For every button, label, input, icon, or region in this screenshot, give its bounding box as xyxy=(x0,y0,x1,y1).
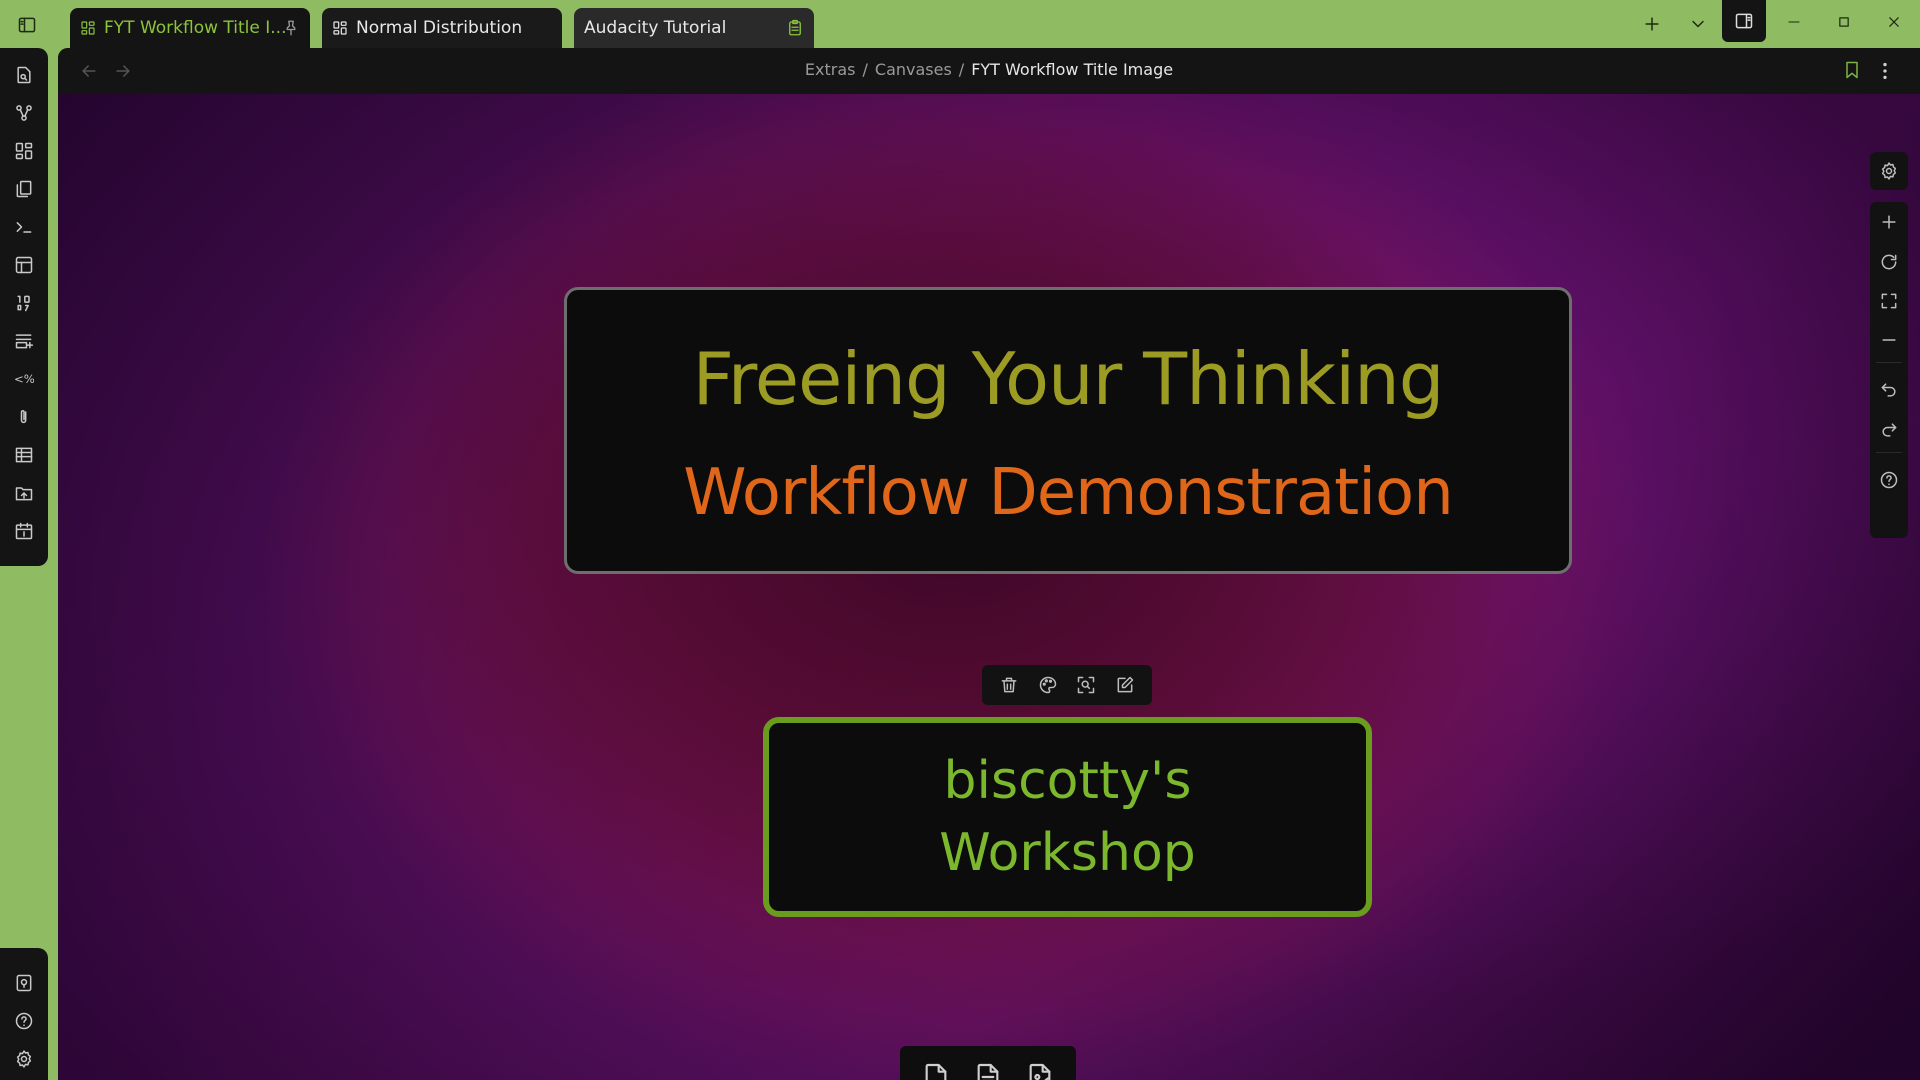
node-toolbar xyxy=(982,665,1152,705)
title-line-2: Workflow Demonstration xyxy=(683,455,1453,530)
breadcrumb-current[interactable]: FYT Workflow Title Image xyxy=(971,60,1173,79)
search-file-icon[interactable] xyxy=(13,64,35,86)
right-sidebar-toggle-icon[interactable] xyxy=(1722,0,1766,42)
zoom-out-icon[interactable] xyxy=(1879,330,1899,350)
settings-icon[interactable] xyxy=(13,1048,35,1070)
workshop-text: biscotty's Workshop xyxy=(939,751,1196,883)
table-icon[interactable] xyxy=(13,444,35,466)
close-icon[interactable] xyxy=(1880,10,1908,34)
tab-label: FYT Workflow Title I... xyxy=(104,18,287,38)
minimize-icon[interactable] xyxy=(1780,10,1808,34)
breadcrumb-separator: / xyxy=(958,60,965,79)
files-icon[interactable] xyxy=(13,178,35,200)
canvas-card-menu xyxy=(900,1046,1076,1080)
canvas-icon xyxy=(333,21,347,35)
canvas-settings-panel xyxy=(1870,152,1908,190)
divider xyxy=(1876,362,1902,363)
tab-audacity-tutorial[interactable]: Audacity Tutorial xyxy=(574,8,814,48)
add-card-icon[interactable] xyxy=(919,1060,953,1080)
zoom-to-node-icon[interactable] xyxy=(1075,674,1097,696)
dashboard-icon[interactable] xyxy=(13,140,35,162)
tab-fyt-workflow-title[interactable]: FYT Workflow Title I... xyxy=(70,8,310,48)
add-note-icon[interactable] xyxy=(971,1060,1005,1080)
breadcrumb-item-canvases[interactable]: Canvases xyxy=(875,60,952,79)
help-icon[interactable] xyxy=(1879,470,1899,490)
view-header: Extras / Canvases / FYT Workflow Title Image xyxy=(58,48,1920,94)
more-options-icon[interactable] xyxy=(1874,60,1896,82)
new-tab-icon[interactable] xyxy=(1640,12,1664,36)
calendar-icon[interactable] xyxy=(13,520,35,542)
tab-normal-distribution[interactable]: Normal Distribution xyxy=(322,8,562,48)
chevron-down-icon[interactable] xyxy=(1686,12,1710,36)
zoom-to-fit-icon[interactable] xyxy=(1879,291,1899,311)
trash-icon[interactable] xyxy=(998,674,1020,696)
tab-label: Normal Distribution xyxy=(356,18,523,38)
redo-icon[interactable] xyxy=(1879,420,1899,440)
help-icon[interactable] xyxy=(13,1010,35,1032)
tab-label: Audacity Tutorial xyxy=(584,18,727,38)
undo-icon[interactable] xyxy=(1879,380,1899,400)
upload-folder-icon[interactable] xyxy=(13,482,35,504)
palette-icon[interactable] xyxy=(1037,674,1059,696)
maximize-icon[interactable] xyxy=(1830,10,1858,34)
left-ribbon-bottom xyxy=(0,948,48,1080)
title-bar: FYT Workflow Title I... Normal Distribut… xyxy=(0,0,1920,48)
layout-icon[interactable] xyxy=(13,254,35,276)
title-card[interactable]: Freeing Your Thinking Workflow Demonstra… xyxy=(564,287,1572,574)
graph-icon[interactable] xyxy=(13,102,35,124)
svg-text:<%: <% xyxy=(14,372,34,386)
paperclip-icon[interactable] xyxy=(13,406,35,428)
terminal-icon[interactable] xyxy=(13,216,35,238)
canvas-area[interactable]: Freeing Your Thinking Workflow Demonstra… xyxy=(58,94,1920,1080)
divider xyxy=(1876,452,1902,453)
settings-icon[interactable] xyxy=(1879,161,1899,181)
zoom-in-icon[interactable] xyxy=(1879,212,1899,232)
templater-icon[interactable]: <% xyxy=(13,368,35,390)
left-sidebar-toggle-icon[interactable] xyxy=(10,8,44,42)
clipboard-icon xyxy=(789,19,801,36)
canvas-zoom-controls xyxy=(1870,202,1908,538)
vault-icon[interactable] xyxy=(13,972,35,994)
edit-icon[interactable] xyxy=(1114,674,1136,696)
left-ribbon: <% xyxy=(0,48,48,566)
bookmark-icon[interactable] xyxy=(1842,60,1864,82)
breadcrumb-separator: / xyxy=(862,60,868,79)
breadcrumb-item-extras[interactable]: Extras xyxy=(805,60,856,79)
workshop-card[interactable]: biscotty's Workshop xyxy=(763,717,1372,917)
sort-numbers-icon[interactable] xyxy=(13,292,35,314)
canvas-icon xyxy=(81,21,95,35)
add-media-icon[interactable] xyxy=(1023,1060,1057,1080)
breadcrumb: Extras / Canvases / FYT Workflow Title Image xyxy=(58,60,1920,79)
main-view: Extras / Canvases / FYT Workflow Title Image… xyxy=(58,48,1920,1080)
new-note-icon[interactable] xyxy=(13,330,35,352)
title-line-1: Freeing Your Thinking xyxy=(692,336,1445,421)
reset-zoom-icon[interactable] xyxy=(1879,252,1899,272)
pin-icon[interactable] xyxy=(282,19,300,37)
